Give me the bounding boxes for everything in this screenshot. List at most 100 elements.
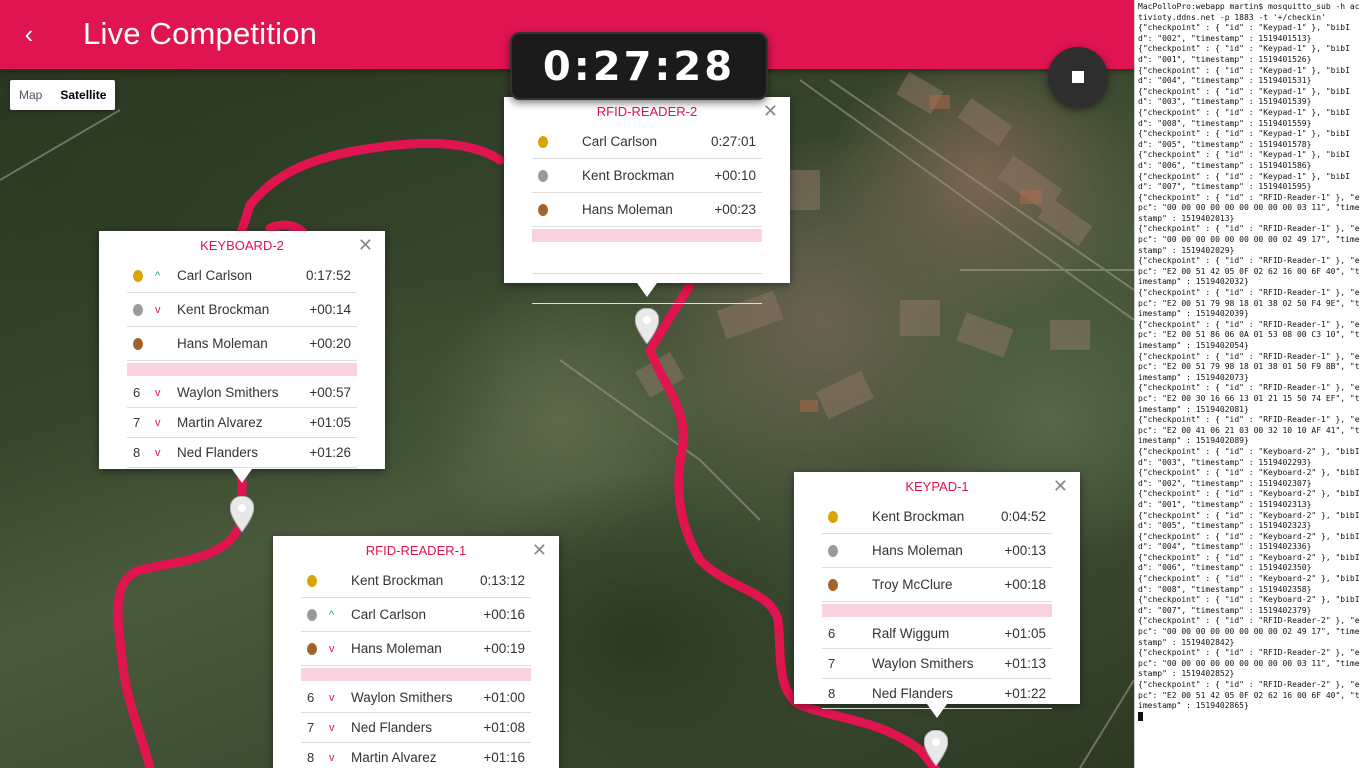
position-cell: 8 xyxy=(307,750,315,765)
leaderboard-row: v Hans Moleman +00:19 xyxy=(301,632,531,666)
terminal-line: {"checkpoint" : { "id" : "Keyboard-2" },… xyxy=(1138,510,1360,531)
trend-up-icon: ^ xyxy=(329,609,335,621)
terminal-line: {"checkpoint" : { "id" : "RFID-Reader-1"… xyxy=(1138,256,1360,287)
terminal-line: {"checkpoint" : { "id" : "Keyboard-2" },… xyxy=(1138,468,1360,488)
map-type-map-button[interactable]: Map xyxy=(10,80,51,110)
terminal-output[interactable]: MacPolloPro:webapp martin$ mosquitto_sub… xyxy=(1134,0,1366,768)
position-cell: 6 xyxy=(307,690,315,705)
position-cell xyxy=(822,534,850,567)
trend-down-icon: v xyxy=(329,643,335,655)
trend-down-icon: v xyxy=(155,387,161,399)
info-window-rfid-reader-2: RFID-READER-2 ✕ Carl Carlson 0:27:01 Kent … xyxy=(504,97,790,304)
runner-name: Waylon Smithers xyxy=(177,385,279,400)
trend-cell xyxy=(560,193,582,226)
runner-name: Hans Moleman xyxy=(872,543,963,558)
position-cell: 8 xyxy=(828,686,836,701)
info-window-keyboard-2: KEYBOARD-2 ✕ ^ Carl Carlson 0:17:52 v Kent B… xyxy=(99,231,385,483)
close-icon[interactable]: ✕ xyxy=(763,102,778,120)
leaderboard-row: Troy McClure +00:18 xyxy=(822,568,1052,602)
runner-name: Ralf Wiggum xyxy=(872,626,950,641)
runner-time: +00:19 xyxy=(483,641,525,656)
runner-time: +00:13 xyxy=(1004,543,1046,558)
trend-cell xyxy=(560,159,582,192)
stop-icon xyxy=(1072,71,1084,83)
bronze-medal-icon xyxy=(133,338,143,350)
position-cell xyxy=(301,632,329,665)
runner-time: +00:20 xyxy=(309,336,351,351)
terminal-line: MacPolloPro:webapp martin$ mosquitto_sub… xyxy=(1138,2,1360,22)
runner-name: Hans Moleman xyxy=(582,202,673,217)
terminal-line: {"checkpoint" : { "id" : "Keyboard-2" },… xyxy=(1138,531,1360,552)
terminal-line: {"checkpoint" : { "id" : "RFID-Reader-1"… xyxy=(1138,192,1360,223)
trend-cell xyxy=(850,619,872,648)
runner-name: Ned Flanders xyxy=(177,445,259,460)
terminal-line: {"checkpoint" : { "id" : "Keypad-1" }, "… xyxy=(1138,86,1350,107)
runner-time: +01:22 xyxy=(1004,686,1046,701)
silver-medal-icon xyxy=(828,545,838,557)
terminal-cursor xyxy=(1138,711,1143,721)
terminal-line: {"checkpoint" : { "id" : "Keypad-1" }, "… xyxy=(1138,107,1350,128)
leaderboard-row: Carl Carlson 0:27:01 xyxy=(532,125,762,159)
checkpoint-title: KEYBOARD-2 xyxy=(200,238,284,253)
runner-name: Kent Brockman xyxy=(582,168,675,183)
leaderboard-row: Kent Brockman +00:10 xyxy=(532,159,762,193)
map-pin-icon[interactable] xyxy=(635,308,659,344)
trend-cell xyxy=(850,568,872,601)
leaderboard-row: Hans Moleman +00:20 xyxy=(127,327,357,361)
trend-cell xyxy=(850,534,872,567)
leaderboard-row: v Kent Brockman +00:14 xyxy=(127,293,357,327)
leaderboard-row: 8 v Ned Flanders +01:26 xyxy=(127,438,357,468)
podium-separator xyxy=(822,604,1052,617)
empty-row xyxy=(532,274,762,304)
position-cell: 8 xyxy=(133,445,141,460)
map-pin-icon[interactable] xyxy=(230,496,254,532)
leaderboard-row: 6 v Waylon Smithers +00:57 xyxy=(127,378,357,408)
leaderboard-row: 7 v Ned Flanders +01:08 xyxy=(301,713,531,743)
map-pin-icon[interactable] xyxy=(924,730,948,766)
runner-time: +00:18 xyxy=(1004,577,1046,592)
position-cell: 7 xyxy=(133,415,141,430)
runner-time: +01:00 xyxy=(483,690,525,705)
satellite-map[interactable]: Map Satellite KEYBOARD-2 ✕ ^ Carl Carlson… xyxy=(0,0,1134,768)
terminal-line: {"checkpoint" : { "id" : "RFID-Reader-1"… xyxy=(1138,415,1360,446)
terminal-line: {"checkpoint" : { "id" : "Keyboard-2" },… xyxy=(1138,489,1360,509)
runner-name: Kent Brockman xyxy=(351,573,444,588)
podium-separator xyxy=(127,363,357,376)
terminal-line: {"checkpoint" : { "id" : "Keypad-1" }, "… xyxy=(1138,129,1350,149)
stop-button[interactable] xyxy=(1048,47,1108,107)
leaderboard-row: 7 v Martin Alvarez +01:05 xyxy=(127,408,357,438)
back-arrow-icon[interactable]: ‹ xyxy=(14,20,44,50)
terminal-line: {"checkpoint" : { "id" : "RFID-Reader-1"… xyxy=(1138,224,1360,255)
empty-row xyxy=(532,244,762,274)
close-icon[interactable]: ✕ xyxy=(532,541,547,559)
bronze-medal-icon xyxy=(828,579,838,591)
terminal-line: {"checkpoint" : { "id" : "Keypad-1" }, "… xyxy=(1138,171,1350,192)
runner-time: 0:27:01 xyxy=(710,134,756,149)
terminal-line: {"checkpoint" : { "id" : "Keypad-1" }, "… xyxy=(1138,150,1350,170)
close-icon[interactable]: ✕ xyxy=(358,236,373,254)
leaderboard-row: ^ Carl Carlson +00:16 xyxy=(301,598,531,632)
close-icon[interactable]: ✕ xyxy=(1053,477,1068,495)
leaderboard: Carl Carlson 0:27:01 Kent Brockman +00:10 Ha… xyxy=(532,125,762,304)
runner-time: 0:13:12 xyxy=(479,573,525,588)
runner-name: Waylon Smithers xyxy=(351,690,453,705)
terminal-line: {"checkpoint" : { "id" : "Keypad-1" }, "… xyxy=(1138,44,1350,64)
runner-name: Ned Flanders xyxy=(872,686,954,701)
gold-medal-icon xyxy=(828,511,838,523)
map-type-satellite-button[interactable]: Satellite xyxy=(51,80,115,110)
trend-cell xyxy=(850,500,872,533)
info-window-rfid-reader-1: RFID-READER-1 ✕ Kent Brockman 0:13:12 ^ Car… xyxy=(273,536,559,768)
bronze-medal-icon xyxy=(307,643,317,655)
terminal-line: {"checkpoint" : { "id" : "Keyboard-2" },… xyxy=(1138,595,1360,615)
leaderboard: Kent Brockman 0:04:52 Hans Moleman +00:13 Tr… xyxy=(822,500,1052,709)
position-cell xyxy=(301,598,329,631)
trend-up-icon: ^ xyxy=(155,270,161,282)
checkpoint-title: RFID-READER-2 xyxy=(596,104,698,119)
gold-medal-icon xyxy=(538,136,548,148)
runner-time: +00:10 xyxy=(714,168,756,183)
leaderboard-row: 7 Waylon Smithers +01:13 xyxy=(822,649,1052,679)
runner-time: 0:17:52 xyxy=(305,268,351,283)
position-cell: 7 xyxy=(828,656,836,671)
runner-name: Martin Alvarez xyxy=(177,415,263,430)
runner-name: Hans Moleman xyxy=(351,641,442,656)
